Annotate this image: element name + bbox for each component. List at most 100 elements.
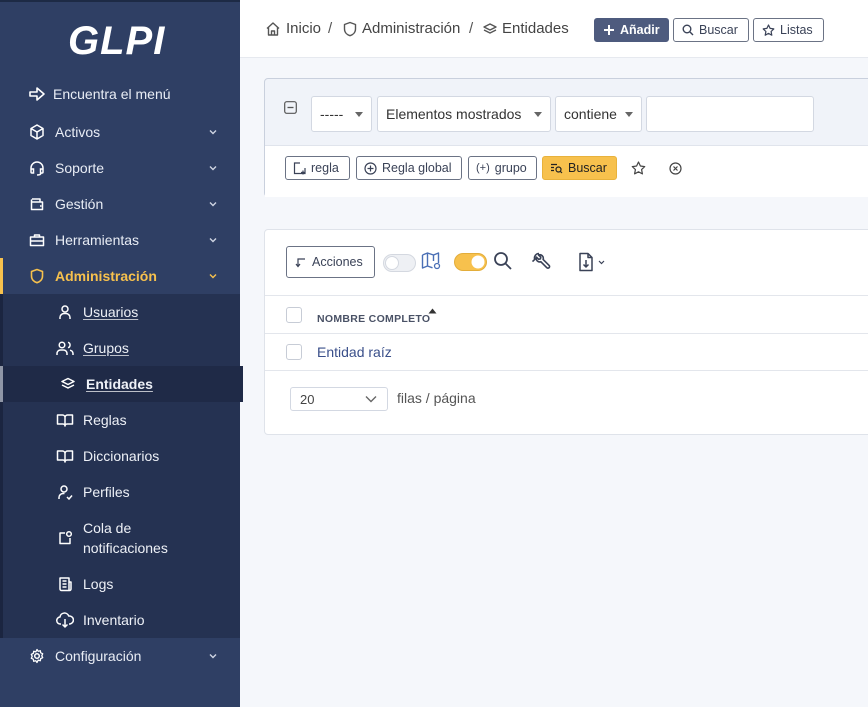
add-rule-label: regla	[311, 161, 339, 175]
sidebar-subitem-entidades[interactable]: Entidades	[0, 366, 243, 402]
sidebar-item-configuracion[interactable]: Configuración	[0, 638, 240, 674]
rows-per-page-select[interactable]: 20	[290, 387, 388, 411]
entity-link[interactable]: Entidad raíz	[317, 344, 392, 360]
home-icon	[265, 21, 281, 37]
glpi-logo[interactable]: GLPI	[68, 16, 178, 62]
sidebar-item-label: Gestión	[55, 196, 104, 212]
sidebar-item-label: Administración	[55, 268, 157, 284]
top-header: Inicio / Administración / Entidades Añad…	[240, 0, 868, 58]
breadcrumb-label: Inicio	[286, 20, 322, 37]
reset-icon[interactable]	[669, 162, 682, 175]
add-global-rule-button[interactable]: Regla global	[356, 156, 462, 180]
users-icon	[56, 339, 74, 357]
breadcrumb-entidades[interactable]: Entidades	[483, 20, 569, 37]
chevron-down-icon	[208, 127, 218, 137]
sidebar-subitem-label: Reglas	[83, 412, 127, 428]
sidebar-subitem-label: Grupos	[83, 340, 129, 356]
search-value-input[interactable]	[646, 96, 814, 132]
row-checkbox[interactable]	[286, 344, 302, 360]
table-row: Entidad raíz	[265, 334, 868, 371]
sidebar-subitem-label: Logs	[83, 576, 114, 592]
search-icon	[682, 24, 694, 36]
search-icon[interactable]	[493, 251, 513, 271]
sidebar-subitem-logs[interactable]: Logs	[3, 566, 243, 602]
sidebar-item-soporte[interactable]: Soporte	[0, 150, 240, 186]
sidebar-item-herramientas[interactable]: Herramientas	[0, 222, 240, 258]
add-rule-button[interactable]: regla	[285, 156, 350, 180]
actions-button-label: Acciones	[312, 255, 363, 269]
map-icon[interactable]	[421, 251, 441, 271]
sidebar-subitem-grupos[interactable]: Grupos	[3, 330, 243, 366]
sidebar-subitem-diccionarios[interactable]: Diccionarios	[3, 438, 243, 474]
breadcrumb-inicio[interactable]: Inicio	[265, 20, 321, 37]
user-icon	[56, 303, 74, 321]
breadcrumb-label: Entidades	[502, 20, 569, 37]
toggle-switch-off[interactable]	[383, 254, 416, 272]
shield-icon	[343, 21, 357, 37]
export-file-icon[interactable]	[577, 252, 607, 272]
shield-icon	[28, 267, 46, 285]
sidebar-subitem-usuarios[interactable]: Usuarios	[3, 294, 243, 330]
cloud-download-icon	[56, 611, 74, 629]
sidebar-item-gestion[interactable]: Gestión	[0, 186, 240, 222]
lists-button[interactable]: Listas	[753, 18, 824, 42]
star-icon	[762, 23, 775, 37]
sidebar-subitem-cola-notificaciones[interactable]: Cola de notificaciones	[3, 510, 243, 566]
breadcrumb-administracion[interactable]: Administración	[343, 20, 460, 37]
briefcase-icon	[28, 231, 46, 249]
sidebar-subitem-perfiles[interactable]: Perfiles	[3, 474, 243, 510]
sidebar-subitem-label: Entidades	[86, 376, 153, 392]
operator-value: contiene	[564, 106, 617, 122]
operator-select[interactable]: contiene	[555, 96, 642, 132]
square-plus-icon	[293, 161, 306, 175]
sidebar-item-administracion[interactable]: Administración	[0, 258, 240, 294]
field-select-value: -----	[320, 106, 344, 122]
corner-arrow-icon	[295, 256, 307, 268]
chevron-down-icon	[208, 651, 218, 661]
sidebar-subitem-reglas[interactable]: Reglas	[3, 402, 243, 438]
sidebar-subitem-inventario[interactable]: Inventario	[3, 602, 243, 638]
gear-icon	[28, 647, 46, 665]
wallet-icon	[28, 195, 46, 213]
breadcrumb-separator: /	[469, 20, 474, 37]
sidebar-item-activos[interactable]: Activos	[0, 114, 240, 150]
find-menu-link[interactable]: Encuentra el menú	[0, 76, 240, 112]
column-header-full-name[interactable]: NOMBRE COMPLETO	[317, 313, 430, 325]
notification-icon	[56, 529, 74, 547]
toggle-switch-on[interactable]	[454, 253, 487, 271]
chevron-down-icon	[208, 235, 218, 245]
search-button[interactable]: Buscar	[673, 18, 749, 42]
book-icon	[56, 447, 74, 465]
sidebar-subitem-label: Usuarios	[83, 304, 139, 320]
field-select[interactable]: -----	[311, 96, 372, 132]
sidebar-subitem-label: Diccionarios	[83, 448, 160, 464]
displayed-items-select[interactable]: Elementos mostrados	[377, 96, 551, 132]
select-all-checkbox[interactable]	[286, 307, 302, 323]
actions-button[interactable]: Acciones	[286, 246, 375, 278]
rows-per-page-label: filas / página	[397, 390, 476, 406]
sidebar-subitem-label: Inventario	[83, 612, 145, 628]
book-icon	[56, 411, 74, 429]
news-icon	[56, 575, 74, 593]
star-icon[interactable]	[631, 161, 646, 176]
results-toolbar: Acciones	[265, 230, 868, 296]
collapse-icon[interactable]	[284, 101, 297, 114]
add-button-label: Añadir	[620, 23, 660, 37]
sidebar-item-label: Activos	[55, 124, 101, 140]
caret-down-icon	[355, 112, 363, 117]
sidebar-subitem-label: Perfiles	[83, 484, 130, 500]
breadcrumb-label: Administración	[362, 20, 461, 37]
sidebar-item-label: Soporte	[55, 160, 105, 176]
sidebar-subitem-label: Cola de notificaciones	[83, 520, 168, 556]
lists-button-label: Listas	[780, 23, 813, 37]
chevron-down-icon	[208, 163, 218, 173]
wrench-icon[interactable]	[531, 252, 551, 272]
add-button[interactable]: Añadir	[594, 18, 669, 42]
add-group-button[interactable]: (+) grupo	[468, 156, 537, 180]
layers-icon	[59, 375, 77, 393]
headset-icon	[28, 159, 46, 177]
circle-plus-icon	[364, 161, 377, 175]
sidebar: GLPI Encuentra el menú Activos Soporte G…	[0, 0, 243, 707]
run-search-button[interactable]: Buscar	[542, 156, 617, 180]
caret-down-icon	[534, 112, 542, 117]
